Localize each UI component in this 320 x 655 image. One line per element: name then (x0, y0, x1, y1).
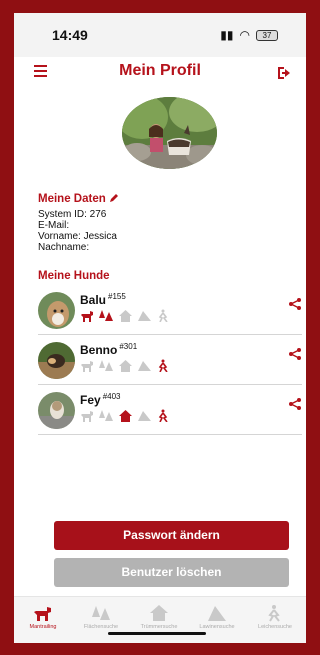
dog-row-fey[interactable]: Fey #403 (38, 386, 302, 435)
trees-icon (99, 310, 113, 321)
wifi-icon: ◠ (239, 28, 250, 42)
house-icon (119, 360, 132, 372)
mantrailing-dog-icon (81, 361, 93, 372)
mantrailing-dog-icon (81, 311, 93, 322)
avalanche-icon (138, 411, 151, 421)
tab-area-search[interactable]: Flächensuche (72, 597, 130, 643)
body-search-icon (158, 409, 168, 422)
dog-disciplines (80, 409, 171, 422)
dog-id: #403 (102, 392, 121, 401)
status-bar: 14:49 ▮▮ ◠ 37 (14, 13, 306, 57)
tab-mantrailing[interactable]: Mantrailing (14, 597, 72, 643)
page-title: Mein Profil (119, 62, 201, 79)
mantrailing-dog-icon (81, 411, 93, 422)
email-text: E-Mail: (38, 220, 70, 231)
tab-label: Mantrailing (29, 624, 57, 630)
dog-name-text: Balu (80, 293, 107, 307)
edit-pencil-icon[interactable] (109, 193, 119, 203)
trees-icon (92, 606, 110, 620)
avalanche-icon (208, 606, 226, 621)
logout-icon[interactable] (276, 65, 292, 81)
profile-avatar (122, 97, 217, 169)
body-search-icon (158, 309, 168, 322)
dog-avatar (38, 292, 75, 329)
avalanche-icon (138, 361, 151, 371)
status-icons: ▮▮ ◠ 37 (220, 28, 278, 42)
dog-row-benno[interactable]: Benno #301 (38, 336, 302, 385)
dog-id: #301 (119, 342, 138, 351)
lastname-text: Nachname: (38, 242, 90, 253)
tab-avalanche-search[interactable]: Lawinensuche (188, 597, 246, 643)
share-icon[interactable] (288, 348, 302, 360)
dog-name: Balu #155 (80, 292, 126, 307)
app-screen: 14:49 ▮▮ ◠ 37 Mein Profil Meine Daten Sy… (14, 13, 306, 643)
dog-avatar (38, 342, 75, 379)
dog-name-text: Fey (80, 393, 101, 407)
tab-label: Trümmersuche (140, 624, 178, 630)
section-my-data-title: Meine Daten (38, 193, 106, 205)
system-id-text: System ID: 276 (38, 209, 107, 220)
body-search-icon (268, 605, 280, 622)
signal-icon: ▮▮ (220, 28, 234, 42)
share-icon[interactable] (288, 398, 302, 410)
trees-icon (99, 360, 113, 371)
dog-name: Benno #301 (80, 342, 137, 357)
house-icon (119, 310, 132, 322)
tab-bar: Mantrailing Flächensuche Trümmersuche La… (14, 596, 306, 643)
section-my-dogs-title: Meine Hunde (38, 270, 110, 282)
dog-name: Fey #403 (80, 392, 120, 407)
app-header: Mein Profil (14, 57, 306, 91)
dog-disciplines (80, 309, 171, 322)
dog-id: #155 (108, 292, 126, 301)
home-indicator[interactable] (108, 632, 206, 635)
dog-disciplines (80, 359, 171, 372)
avalanche-icon (138, 311, 151, 321)
share-icon[interactable] (288, 298, 302, 310)
tab-label: Lawinensuche (199, 624, 235, 630)
house-icon (150, 605, 168, 621)
house-icon (119, 410, 132, 422)
section-my-data: Meine Daten (38, 193, 119, 205)
firstname-text: Vorname: Jessica (38, 231, 117, 242)
dog-name-text: Benno (80, 343, 118, 357)
tab-label: Leichensuche (258, 624, 292, 630)
delete-user-button[interactable]: Benutzer löschen (54, 558, 289, 587)
dog-row-balu[interactable]: Balu #155 (38, 286, 302, 335)
mantrailing-dog-icon (34, 607, 51, 621)
trees-icon (99, 410, 113, 421)
tab-rubble-search[interactable]: Trümmersuche (130, 597, 188, 643)
body-search-icon (158, 359, 168, 372)
user-info: System ID: 276 E-Mail: Vorname: Jessica … (38, 209, 117, 253)
change-password-button[interactable]: Passwort ändern (54, 521, 289, 550)
tab-label: Flächensuche (83, 624, 119, 630)
dog-avatar (38, 392, 75, 429)
status-time: 14:49 (52, 27, 88, 43)
battery-icon: 37 (256, 29, 278, 41)
tab-body-search[interactable]: Leichensuche (246, 597, 304, 643)
